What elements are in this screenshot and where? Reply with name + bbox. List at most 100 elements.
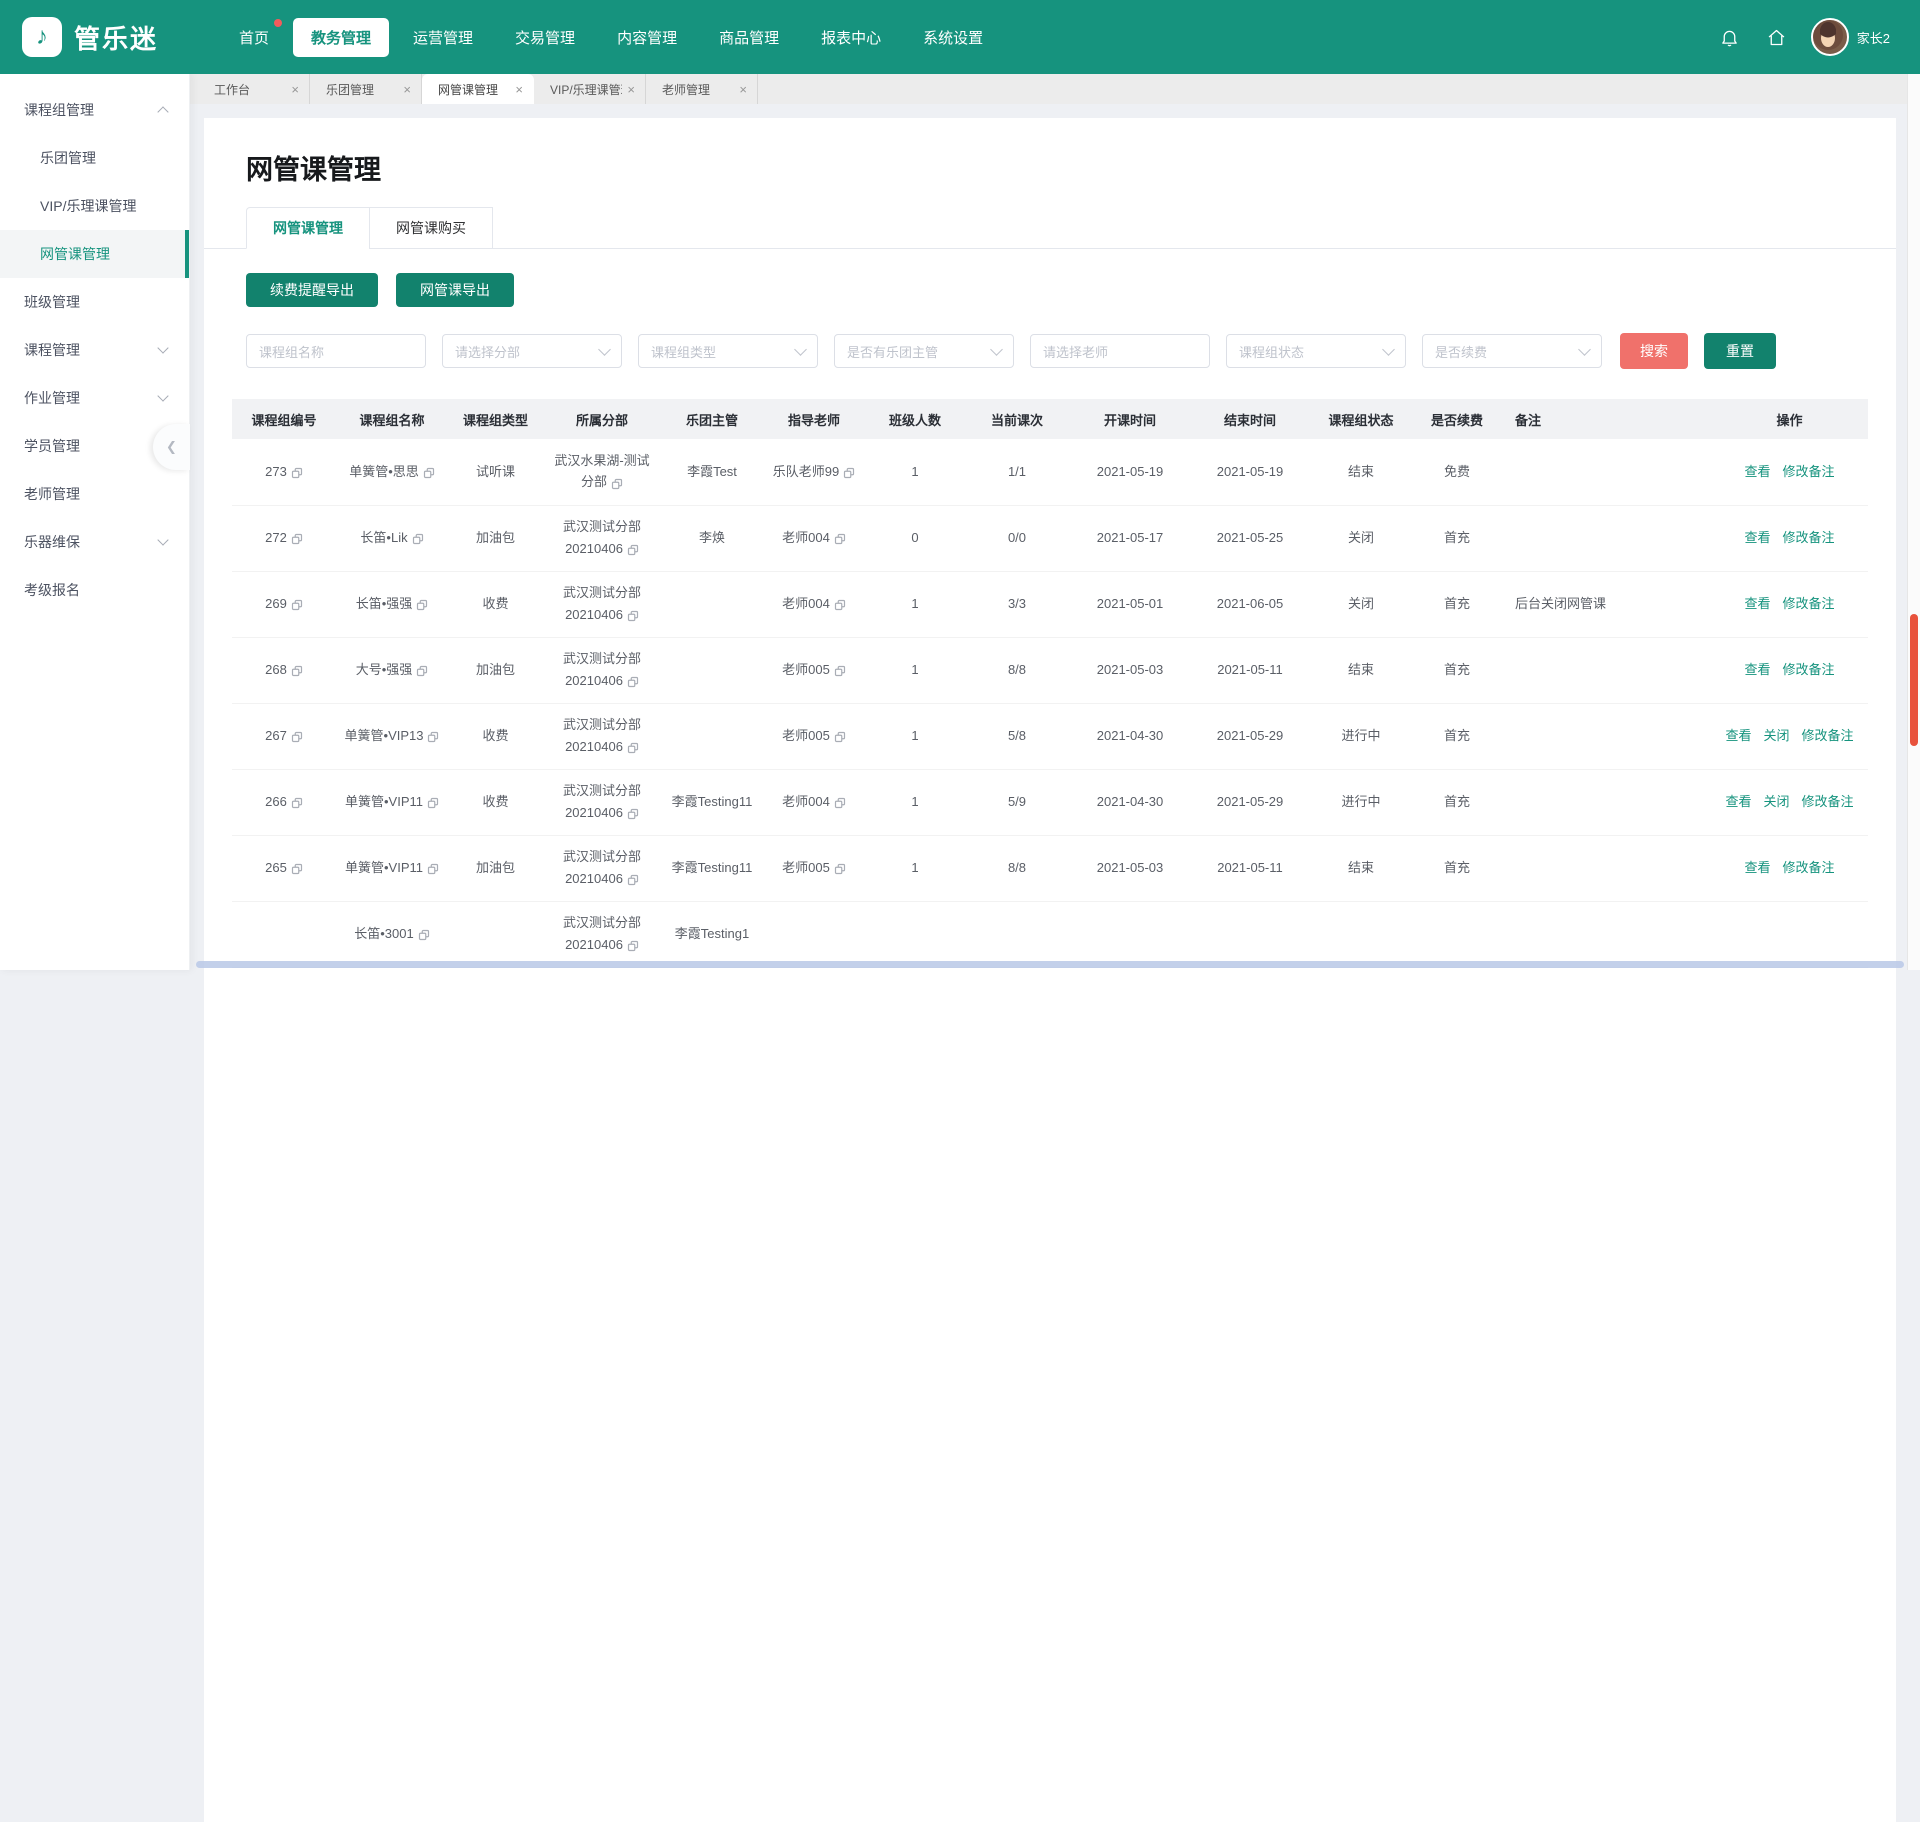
copy-icon[interactable] <box>416 594 428 615</box>
copy-icon[interactable] <box>834 528 846 549</box>
copy-icon[interactable] <box>416 660 428 681</box>
copy-icon[interactable] <box>423 462 435 483</box>
copy-icon[interactable] <box>427 858 439 879</box>
copy-icon[interactable] <box>834 726 846 747</box>
copy-icon[interactable] <box>834 858 846 879</box>
user-avatar[interactable] <box>1811 18 1849 56</box>
search-button[interactable]: 搜索 <box>1620 333 1688 369</box>
nav-item-content[interactable]: 内容管理 <box>599 18 695 57</box>
app-brand[interactable]: ♪ 管乐迷 <box>22 17 212 57</box>
view-link[interactable]: 查看 <box>1744 530 1770 545</box>
filter-is-renewal[interactable]: 是否续费 <box>1422 334 1602 368</box>
cell-text: 2021-06-05 <box>1217 596 1284 611</box>
close-link[interactable]: 关闭 <box>1763 794 1789 809</box>
copy-icon[interactable] <box>834 660 846 681</box>
close-icon[interactable]: × <box>403 82 411 97</box>
copy-icon[interactable] <box>627 869 639 890</box>
filter-course-group-status[interactable]: 课程组状态 <box>1226 334 1406 368</box>
close-icon[interactable]: × <box>739 82 747 97</box>
cell-text: 2021-05-03 <box>1097 860 1164 875</box>
copy-icon[interactable] <box>843 462 855 483</box>
view-tab-vip-theory-course-management[interactable]: VIP/乐理课管理× <box>534 74 646 104</box>
sidebar-item-homework-management[interactable]: 作业管理 <box>0 374 189 422</box>
sidebar-item-exam-registration[interactable]: 考级报名 <box>0 566 189 614</box>
copy-icon[interactable] <box>291 792 303 813</box>
nav-item-products[interactable]: 商品管理 <box>701 18 797 57</box>
copy-icon[interactable] <box>627 671 639 692</box>
view-tab-orchestra-management[interactable]: 乐团管理× <box>310 74 422 104</box>
copy-icon[interactable] <box>412 528 424 549</box>
view-link[interactable]: 查看 <box>1725 794 1751 809</box>
copy-icon[interactable] <box>291 528 303 549</box>
sidebar-item-teacher-management[interactable]: 老师管理 <box>0 470 189 518</box>
copy-icon[interactable] <box>291 726 303 747</box>
filter-course-group-name[interactable]: 课程组名称 <box>246 334 426 368</box>
edit-remark-link[interactable]: 修改备注 <box>1802 794 1854 809</box>
view-tab-workbench[interactable]: 工作台× <box>198 74 310 104</box>
copy-icon[interactable] <box>627 737 639 758</box>
nav-item-operations[interactable]: 运营管理 <box>395 18 491 57</box>
close-icon[interactable]: × <box>291 82 299 97</box>
copy-icon[interactable] <box>291 462 303 483</box>
sidebar-item-label: 课程管理 <box>24 340 80 360</box>
view-link[interactable]: 查看 <box>1725 728 1751 743</box>
online-course-export-button[interactable]: 网管课导出 <box>396 273 514 307</box>
copy-icon[interactable] <box>427 726 439 747</box>
nav-item-transactions[interactable]: 交易管理 <box>497 18 593 57</box>
copy-icon[interactable] <box>627 539 639 560</box>
sidebar-item-vip-theory-course-management[interactable]: VIP/乐理课管理 <box>0 182 189 230</box>
copy-icon[interactable] <box>418 924 430 945</box>
sidebar-item-course-group-management[interactable]: 课程组管理 <box>0 86 189 134</box>
home-icon[interactable] <box>1766 27 1787 48</box>
copy-icon[interactable] <box>291 858 303 879</box>
filter-teacher[interactable]: 请选择老师 <box>1030 334 1210 368</box>
renewal-reminder-export-button[interactable]: 续费提醒导出 <box>246 273 378 307</box>
edit-remark-link[interactable]: 修改备注 <box>1783 860 1835 875</box>
tab-online-course-management[interactable]: 网管课管理 <box>246 207 370 249</box>
sidebar-item-class-management[interactable]: 班级管理 <box>0 278 189 326</box>
nav-item-reports[interactable]: 报表中心 <box>803 18 899 57</box>
copy-icon[interactable] <box>611 472 623 493</box>
copy-icon[interactable] <box>627 605 639 626</box>
cell-text: 5/8 <box>1008 728 1026 743</box>
bell-icon[interactable] <box>1719 27 1740 48</box>
copy-icon[interactable] <box>291 660 303 681</box>
close-link[interactable]: 关闭 <box>1763 728 1789 743</box>
view-tab-teacher-management[interactable]: 老师管理× <box>646 74 758 104</box>
view-link[interactable]: 查看 <box>1744 464 1770 479</box>
sidebar-item-orchestra-management[interactable]: 乐团管理 <box>0 134 189 182</box>
close-icon[interactable]: × <box>515 82 523 97</box>
copy-icon[interactable] <box>627 935 639 956</box>
close-icon[interactable]: × <box>627 82 635 97</box>
filter-course-group-type[interactable]: 课程组类型 <box>638 334 818 368</box>
sidebar-item-course-management[interactable]: 课程管理 <box>0 326 189 374</box>
filter-branch[interactable]: 请选择分部 <box>442 334 622 368</box>
nav-item-home[interactable]: 首页 <box>221 18 287 57</box>
vertical-scrollbar-thumb[interactable] <box>1910 614 1918 746</box>
nav-item-academic-affairs[interactable]: 教务管理 <box>293 18 389 57</box>
sidebar-item-online-course-management[interactable]: 网管课管理 <box>0 230 189 278</box>
edit-remark-link[interactable]: 修改备注 <box>1783 596 1835 611</box>
view-link[interactable]: 查看 <box>1744 662 1770 677</box>
edit-remark-link[interactable]: 修改备注 <box>1802 728 1854 743</box>
copy-icon[interactable] <box>291 594 303 615</box>
filter-placeholder: 课程组名称 <box>259 342 413 361</box>
copy-icon[interactable] <box>627 803 639 824</box>
view-link[interactable]: 查看 <box>1744 860 1770 875</box>
tab-online-course-purchase[interactable]: 网管课购买 <box>369 207 493 249</box>
edit-remark-link[interactable]: 修改备注 <box>1783 662 1835 677</box>
copy-icon[interactable] <box>427 792 439 813</box>
username[interactable]: 家长2 <box>1857 28 1890 47</box>
edit-remark-link[interactable]: 修改备注 <box>1783 464 1835 479</box>
reset-button[interactable]: 重置 <box>1704 333 1776 369</box>
sidebar-item-instrument-maintenance[interactable]: 乐器维保 <box>0 518 189 566</box>
nav-item-system-settings[interactable]: 系统设置 <box>905 18 1001 57</box>
view-link[interactable]: 查看 <box>1744 596 1770 611</box>
view-tab-online-course-management[interactable]: 网管课管理× <box>422 74 534 104</box>
vertical-scrollbar[interactable] <box>1907 74 1920 970</box>
copy-icon[interactable] <box>834 792 846 813</box>
filter-has-orchestra-supervisor[interactable]: 是否有乐团主管 <box>834 334 1014 368</box>
horizontal-scrollbar[interactable] <box>196 961 1904 968</box>
copy-icon[interactable] <box>834 594 846 615</box>
edit-remark-link[interactable]: 修改备注 <box>1783 530 1835 545</box>
